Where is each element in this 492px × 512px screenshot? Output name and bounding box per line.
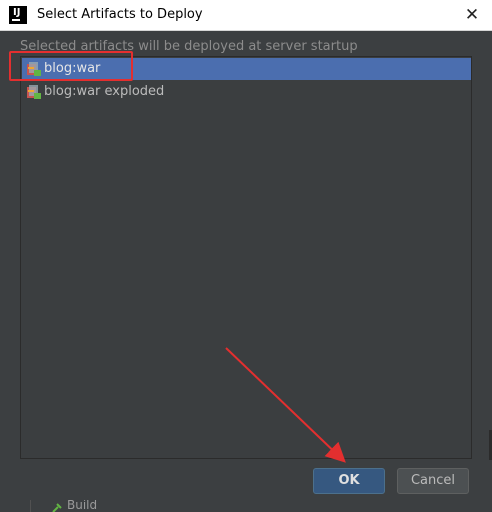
intellij-logo-icon: IJ [9, 6, 27, 24]
artifact-list: blog:war blog:war exploded [20, 56, 472, 459]
war-exploded-artifact-icon [27, 85, 41, 99]
artifact-item-blog-war-exploded[interactable]: blog:war exploded [22, 81, 471, 103]
cancel-button[interactable]: Cancel [397, 468, 469, 494]
artifact-label: blog:war exploded [44, 84, 165, 99]
dialog-title: Select Artifacts to Deploy [37, 7, 203, 22]
gutter-divider [30, 500, 31, 512]
artifact-label: blog:war [44, 61, 101, 76]
close-icon[interactable]: ✕ [461, 4, 483, 26]
title-bar: IJ Select Artifacts to Deploy ✕ [0, 0, 492, 31]
ok-button[interactable]: OK [313, 468, 385, 494]
build-hammer-icon [52, 503, 62, 512]
war-artifact-icon [27, 62, 41, 76]
dialog-description: Selected artifacts will be deployed at s… [20, 39, 358, 54]
background-ide-strip: Build [0, 500, 492, 512]
build-tab-label[interactable]: Build [67, 500, 97, 512]
artifact-item-blog-war[interactable]: blog:war [22, 58, 471, 80]
